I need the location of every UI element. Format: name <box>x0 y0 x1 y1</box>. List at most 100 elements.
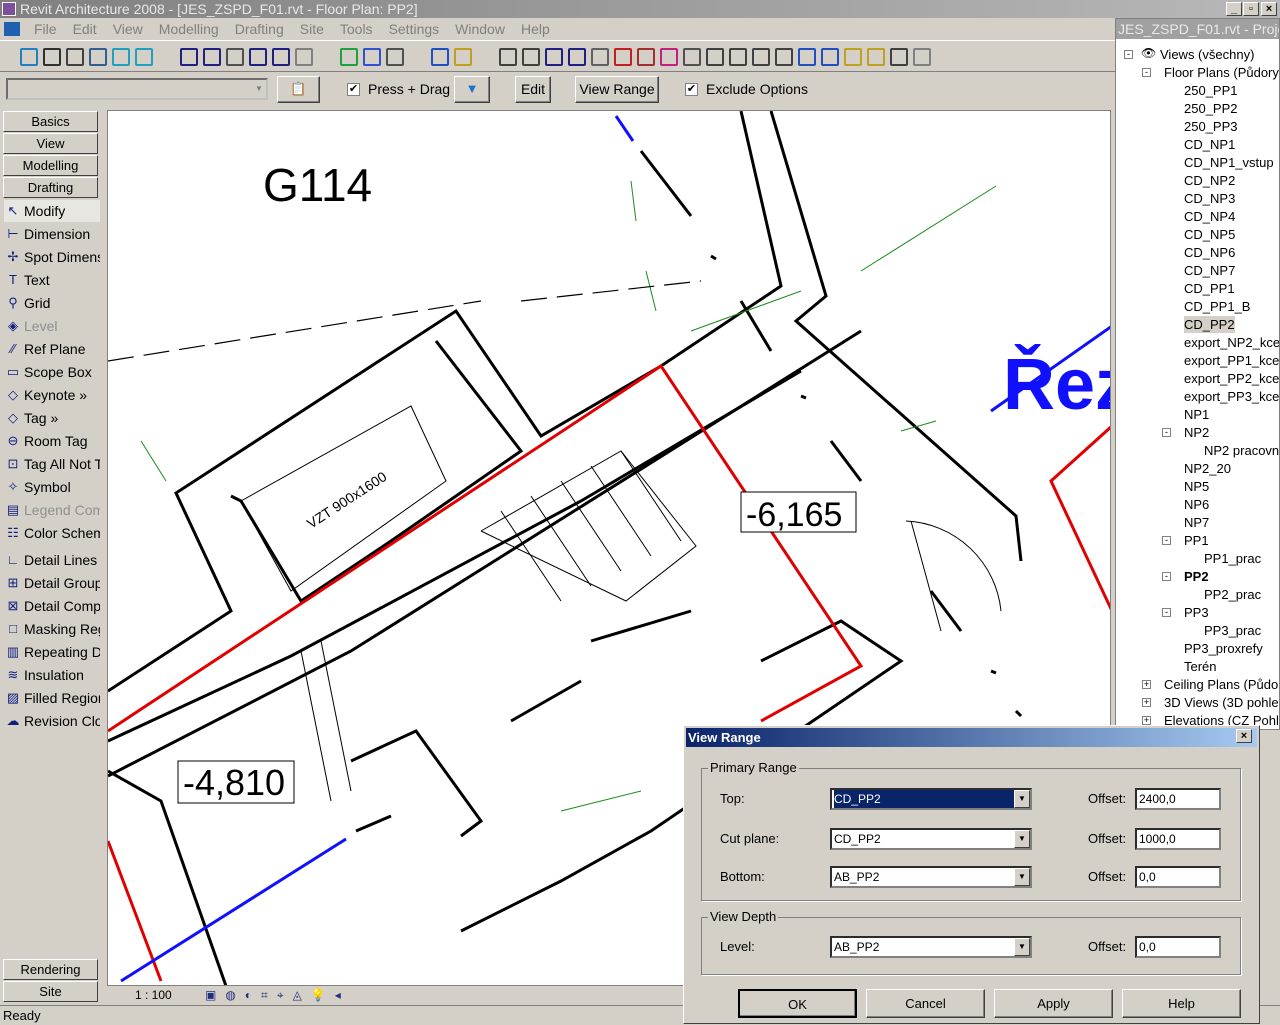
ok-button[interactable]: OK <box>738 989 857 1018</box>
tab-modelling[interactable]: Modelling <box>3 155 98 176</box>
tool-detail-lines[interactable]: ∟ Detail Lines <box>4 549 100 571</box>
toolbar-tool-icon[interactable] <box>66 48 84 66</box>
level-level-select[interactable]: AB_PP2 ▼ <box>830 936 1032 958</box>
toolbar-tool-icon[interactable] <box>798 48 816 66</box>
filter-button[interactable]: ▼ <box>454 76 490 103</box>
tree-expander[interactable]: - <box>1162 536 1171 545</box>
toolbar-tool-icon[interactable] <box>386 48 404 66</box>
chevron-down-icon[interactable]: ▼ <box>1014 790 1030 808</box>
type-selector[interactable]: ▼ <box>6 78 268 100</box>
tool-grid[interactable]: ⚲ Grid <box>4 292 100 314</box>
scale-selector[interactable]: 1 : 100 <box>135 987 172 1003</box>
tool-scope-box[interactable]: ▭ Scope Box <box>4 361 100 383</box>
toolbar-tool-icon[interactable] <box>614 48 632 66</box>
toolbar-tool-icon[interactable] <box>249 48 267 66</box>
tool-detail-component[interactable]: ⊠ Detail Component <box>4 595 100 617</box>
tree-item[interactable]: 3D Views (3D pohledy) <box>1164 694 1279 711</box>
tool-filled-region[interactable]: ▨ Filled Region <box>4 687 100 709</box>
menu-drafting[interactable]: Drafting <box>227 21 292 37</box>
toolbar-tool-icon[interactable] <box>867 48 885 66</box>
tree-item[interactable]: CD_PP2 <box>1184 316 1235 333</box>
toolbar-tool-icon[interactable] <box>454 48 472 66</box>
tab-site[interactable]: Site <box>3 981 98 1002</box>
tree-expander[interactable]: - <box>1162 608 1171 617</box>
tree-expander[interactable]: - <box>1142 68 1151 77</box>
tree-item[interactable]: CD_NP5 <box>1184 226 1235 243</box>
tree-item[interactable]: CD_NP1_vstup <box>1184 154 1274 171</box>
menu-edit[interactable]: Edit <box>65 21 105 37</box>
tree-item[interactable]: CD_NP4 <box>1184 208 1235 225</box>
menu-site[interactable]: Site <box>292 21 332 37</box>
toolbar-tool-icon[interactable] <box>706 48 724 66</box>
tool-repeating-detail[interactable]: ▥ Repeating Detail <box>4 641 100 663</box>
menu-help[interactable]: Help <box>513 21 558 37</box>
toolbar-tool-icon[interactable] <box>363 48 381 66</box>
tree-item[interactable]: CD_PP1 <box>1184 280 1235 297</box>
tool-spot-dimension[interactable]: ✢ Spot Dimension <box>4 246 100 268</box>
tree-item[interactable]: export_PP2_kce <box>1184 370 1279 387</box>
tree-item[interactable]: CD_NP6 <box>1184 244 1235 261</box>
toolbar-tool-icon[interactable] <box>20 48 38 66</box>
tool-revision-cloud[interactable]: ☁ Revision Cloud <box>4 710 101 732</box>
help-button[interactable]: Help <box>1122 989 1241 1018</box>
tool-ref-plane[interactable]: ⁄⁄ Ref Plane <box>4 338 100 360</box>
cut-offset-input[interactable]: 1000,0 <box>1135 828 1221 850</box>
tool-keynote[interactable]: ◇ Keynote » <box>4 384 100 406</box>
toolbar-tool-icon[interactable] <box>295 48 313 66</box>
tree-item[interactable]: PP2_prac <box>1204 586 1261 603</box>
tree-expander[interactable]: - <box>1162 572 1171 581</box>
toolbar-tool-icon[interactable] <box>913 48 931 66</box>
tool-room-tag[interactable]: ⊖ Room Tag <box>4 430 100 452</box>
toolbar-tool-icon[interactable] <box>637 48 655 66</box>
tree-item[interactable]: PP3_prac <box>1204 622 1261 639</box>
tree-item[interactable]: 250_PP1 <box>1184 82 1238 99</box>
tab-basics[interactable]: Basics <box>3 111 98 132</box>
bottom-level-select[interactable]: AB_PP2 ▼ <box>830 866 1032 888</box>
tree-item[interactable]: NP5 <box>1184 478 1209 495</box>
tree-item[interactable]: CD_NP2 <box>1184 172 1235 189</box>
tool-symbol[interactable]: ✧ Symbol <box>4 476 100 498</box>
tree-item[interactable]: CD_NP3 <box>1184 190 1235 207</box>
menu-tools[interactable]: Tools <box>332 21 381 37</box>
toolbar-tool-icon[interactable] <box>660 48 678 66</box>
press-drag-checkbox[interactable]: ✔ <box>347 83 360 96</box>
tree-item[interactable]: Ceiling Plans (Půdorysy) <box>1164 676 1279 693</box>
chevron-down-icon[interactable]: ▼ <box>1014 938 1030 956</box>
level-offset-input[interactable]: 0,0 <box>1135 936 1221 958</box>
view-control-icons[interactable]: ▣◍◐⌗⌖◬💡◂ <box>205 987 350 1003</box>
tool-text[interactable]: T Text <box>4 269 100 291</box>
tool-tag-all-not-tagged[interactable]: ⊡ Tag All Not Tagged <box>4 453 100 475</box>
toolbar-tool-icon[interactable] <box>431 48 449 66</box>
tree-item[interactable]: CD_NP1 <box>1184 136 1235 153</box>
toolbar-tool-icon[interactable] <box>340 48 358 66</box>
top-level-select[interactable]: CD_PP2 ▼ <box>830 788 1032 810</box>
bottom-offset-input[interactable]: 0,0 <box>1135 866 1221 888</box>
tree-item[interactable]: 250_PP3 <box>1184 118 1238 135</box>
cut-level-select[interactable]: CD_PP2 ▼ <box>830 828 1032 850</box>
tree-item[interactable]: PP1_prac <box>1204 550 1261 567</box>
tree-expander[interactable]: + <box>1142 716 1151 725</box>
tree-item[interactable]: NP2 pracovni <box>1204 442 1279 459</box>
tool-masking-region[interactable]: □ Masking Region <box>4 618 100 640</box>
toolbar-tool-icon[interactable] <box>89 48 107 66</box>
toolbar-tool-icon[interactable] <box>522 48 540 66</box>
toolbar-tool-icon[interactable] <box>821 48 839 66</box>
properties-button[interactable]: 📋 <box>277 76 320 103</box>
apply-button[interactable]: Apply <box>994 989 1113 1018</box>
tool-dimension[interactable]: ⊢ Dimension <box>4 223 100 245</box>
view-range-button[interactable]: View Range <box>575 76 659 103</box>
menu-window[interactable]: Window <box>447 21 513 37</box>
tree-item[interactable]: NP2 <box>1184 424 1209 441</box>
tree-item[interactable]: export_NP2_kce <box>1184 334 1279 351</box>
toolbar-tool-icon[interactable] <box>591 48 609 66</box>
menu-file[interactable]: File <box>26 21 65 37</box>
tool-modify[interactable]: ↖ Modify <box>4 200 100 222</box>
tool-tag[interactable]: ◇ Tag » <box>4 407 100 429</box>
tree-item[interactable]: Views (všechny) <box>1160 46 1254 63</box>
menu-settings[interactable]: Settings <box>381 21 448 37</box>
menu-modelling[interactable]: Modelling <box>151 21 227 37</box>
tree-item[interactable]: Floor Plans (Půdorysy) <box>1164 64 1279 81</box>
toolbar-tool-icon[interactable] <box>499 48 517 66</box>
close-button[interactable]: × <box>1261 2 1277 16</box>
tool-level[interactable]: ◈ Level <box>4 315 100 337</box>
